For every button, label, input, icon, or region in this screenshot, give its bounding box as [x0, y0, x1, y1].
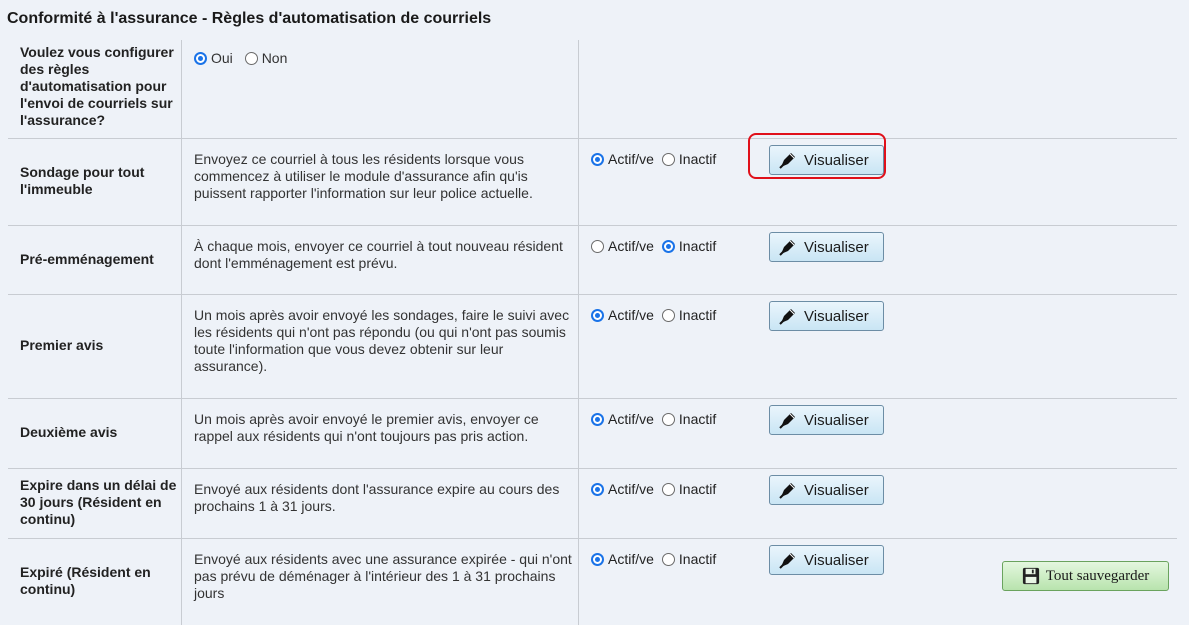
- active-radio-dot[interactable]: [591, 483, 604, 496]
- active-radio-label: Actif/ve: [608, 151, 654, 167]
- insurance-email-rules-page: Conformité à l'assurance - Règles d'auto…: [0, 0, 1189, 595]
- view-button-label: Visualiser: [804, 482, 869, 499]
- page-title: Conformité à l'assurance - Règles d'auto…: [7, 10, 491, 28]
- save-all-label: Tout sauvegarder: [1046, 568, 1150, 585]
- active-radio[interactable]: Actif/ve: [591, 481, 654, 497]
- inactive-radio[interactable]: Inactif: [662, 151, 716, 167]
- rule-description: Envoyé aux résidents avec une assurance …: [182, 539, 579, 625]
- rule-name: Expiré (Résident en continu): [8, 539, 182, 625]
- active-radio-dot[interactable]: [591, 413, 604, 426]
- inactive-radio-label: Inactif: [679, 238, 716, 254]
- inactive-radio-label: Inactif: [679, 411, 716, 427]
- view-button[interactable]: Visualiser: [769, 232, 884, 262]
- yes-radio-label: Oui: [211, 50, 233, 67]
- active-radio-label: Actif/ve: [608, 307, 654, 323]
- yes-radio-dot[interactable]: [194, 52, 207, 65]
- active-radio[interactable]: Actif/ve: [591, 551, 654, 567]
- rule-name: Deuxième avis: [8, 399, 182, 469]
- active-radio[interactable]: Actif/ve: [591, 411, 654, 427]
- rule-row: Deuxième avisUn mois après avoir envoyé …: [8, 399, 1177, 469]
- inactive-radio[interactable]: Inactif: [662, 481, 716, 497]
- rule-name: Sondage pour tout l'immeuble: [8, 139, 182, 226]
- active-radio-label: Actif/ve: [608, 411, 654, 427]
- rule-status-options: Actif/ve Inactif: [579, 226, 756, 295]
- pen-icon: [778, 550, 798, 570]
- pen-icon: [778, 480, 798, 500]
- active-radio-label: Actif/ve: [608, 481, 654, 497]
- no-radio-dot[interactable]: [245, 52, 258, 65]
- pen-icon: [778, 150, 798, 170]
- inactive-radio[interactable]: Inactif: [662, 238, 716, 254]
- rule-description: Envoyez ce courriel à tous les résidents…: [182, 139, 579, 226]
- active-radio[interactable]: Actif/ve: [591, 307, 654, 323]
- view-button[interactable]: Visualiser: [769, 545, 884, 575]
- rules-table: Voulez vous configurer des règles d'auto…: [8, 40, 1177, 625]
- active-radio[interactable]: Actif/ve: [591, 151, 654, 167]
- rule-name: Pré-emménagement: [8, 226, 182, 295]
- rule-action-cell: Visualiser: [755, 139, 1177, 226]
- save-all-button[interactable]: Tout sauvegarder: [1002, 561, 1169, 591]
- empty-cell: [579, 40, 756, 139]
- inactive-radio-dot[interactable]: [662, 309, 675, 322]
- rule-status-options: Actif/ve Inactif: [579, 469, 756, 539]
- active-radio-label: Actif/ve: [608, 238, 654, 254]
- inactive-radio-label: Inactif: [679, 307, 716, 323]
- empty-cell: [755, 40, 1177, 139]
- yes-radio[interactable]: Oui: [194, 50, 233, 67]
- rule-status-options: Actif/ve Inactif: [579, 295, 756, 399]
- rule-row: Sondage pour tout l'immeubleEnvoyez ce c…: [8, 139, 1177, 226]
- setup-question-row: Voulez vous configurer des règles d'auto…: [8, 40, 1177, 139]
- rule-row: Premier avisUn mois après avoir envoyé l…: [8, 295, 1177, 399]
- rule-action-cell: Visualiser: [755, 295, 1177, 399]
- inactive-radio-dot[interactable]: [662, 153, 675, 166]
- rule-name: Expire dans un délai de 30 jours (Réside…: [8, 469, 182, 539]
- rule-description: Envoyé aux résidents dont l'assurance ex…: [182, 469, 579, 539]
- rule-status-options: Actif/ve Inactif: [579, 399, 756, 469]
- pen-icon: [778, 410, 798, 430]
- inactive-radio[interactable]: Inactif: [662, 411, 716, 427]
- active-radio-label: Actif/ve: [608, 551, 654, 567]
- active-radio[interactable]: Actif/ve: [591, 238, 654, 254]
- rule-description: Un mois après avoir envoyé les sondages,…: [182, 295, 579, 399]
- inactive-radio-label: Inactif: [679, 481, 716, 497]
- setup-question-label: Voulez vous configurer des règles d'auto…: [8, 40, 182, 139]
- view-button-label: Visualiser: [804, 152, 869, 169]
- rule-status-options: Actif/ve Inactif: [579, 539, 756, 625]
- inactive-radio-label: Inactif: [679, 151, 716, 167]
- rule-action-cell: Visualiser: [755, 226, 1177, 295]
- active-radio-dot[interactable]: [591, 240, 604, 253]
- rule-name: Premier avis: [8, 295, 182, 399]
- rule-description: Un mois après avoir envoyé le premier av…: [182, 399, 579, 469]
- view-button-label: Visualiser: [804, 552, 869, 569]
- inactive-radio[interactable]: Inactif: [662, 551, 716, 567]
- view-button[interactable]: Visualiser: [769, 301, 884, 331]
- no-radio-label: Non: [262, 50, 288, 67]
- rule-action-cell: Visualiser: [755, 399, 1177, 469]
- inactive-radio-dot[interactable]: [662, 240, 675, 253]
- inactive-radio-dot[interactable]: [662, 483, 675, 496]
- rule-row: Expire dans un délai de 30 jours (Réside…: [8, 469, 1177, 539]
- inactive-radio-dot[interactable]: [662, 413, 675, 426]
- active-radio-dot[interactable]: [591, 153, 604, 166]
- view-button-label: Visualiser: [804, 308, 869, 325]
- no-radio[interactable]: Non: [245, 50, 288, 67]
- rule-status-options: Actif/ve Inactif: [579, 139, 756, 226]
- inactive-radio-label: Inactif: [679, 551, 716, 567]
- rule-action-cell: Visualiser: [755, 469, 1177, 539]
- pen-icon: [778, 237, 798, 257]
- active-radio-dot[interactable]: [591, 553, 604, 566]
- rule-row: Pré-emménagementÀ chaque mois, envoyer c…: [8, 226, 1177, 295]
- pen-icon: [778, 306, 798, 326]
- view-button[interactable]: Visualiser: [769, 475, 884, 505]
- view-button-label: Visualiser: [804, 239, 869, 256]
- inactive-radio[interactable]: Inactif: [662, 307, 716, 323]
- active-radio-dot[interactable]: [591, 309, 604, 322]
- view-button[interactable]: Visualiser: [769, 145, 884, 175]
- view-button[interactable]: Visualiser: [769, 405, 884, 435]
- view-button-label: Visualiser: [804, 412, 869, 429]
- setup-question-options: Oui Non: [182, 40, 579, 139]
- inactive-radio-dot[interactable]: [662, 553, 675, 566]
- rule-description: À chaque mois, envoyer ce courriel à tou…: [182, 226, 579, 295]
- floppy-disk-icon: [1022, 567, 1040, 585]
